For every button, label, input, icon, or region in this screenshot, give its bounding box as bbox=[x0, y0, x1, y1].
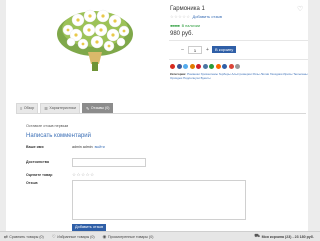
no-reviews-text: Оставьте отзыв первым bbox=[26, 124, 69, 128]
rate-label: Оцените товар bbox=[26, 173, 53, 177]
compare-label: Сравнить товары (0) bbox=[9, 234, 44, 239]
qty-plus-button[interactable]: + bbox=[204, 47, 211, 53]
bouquet-stems bbox=[88, 52, 102, 71]
social-share-icon[interactable] bbox=[215, 64, 221, 69]
qty-minus-button[interactable]: – bbox=[179, 47, 186, 53]
social-share-icon[interactable] bbox=[170, 64, 175, 69]
qty-input[interactable] bbox=[188, 46, 202, 54]
add-review-link[interactable]: Добавить отзыв bbox=[192, 14, 222, 19]
social-share-icon[interactable] bbox=[202, 64, 208, 69]
buy-box: – + В корзину bbox=[169, 40, 308, 60]
tab-overview-label: Обзор bbox=[23, 106, 35, 110]
social-share-icon[interactable] bbox=[222, 64, 227, 69]
rate-stars-input[interactable]: ☆☆☆☆☆ bbox=[72, 172, 95, 178]
product-rating: ☆☆☆☆☆ Добавить отзыв bbox=[170, 14, 222, 19]
favorite-heart-icon[interactable]: ♡ bbox=[297, 5, 303, 13]
stock-status: ●●●●● В наличии bbox=[170, 23, 200, 28]
categories-links[interactable]: Ромашки Хризантемы Герберы Альстромерии … bbox=[170, 72, 308, 80]
review-textarea[interactable] bbox=[72, 180, 246, 220]
heart-icon: ♡ bbox=[51, 233, 56, 239]
review-form-title: Написать комментарий bbox=[26, 133, 92, 139]
cart-button[interactable]: ⛟ Моя корзина (23) - 23 180 руб. bbox=[250, 233, 320, 240]
stock-indicator-icon: ●●●●● bbox=[170, 23, 180, 28]
cart-icon: ⛟ bbox=[254, 233, 261, 238]
favorites-button[interactable]: ♡ Избранные товары (0) bbox=[48, 234, 99, 240]
social-share-icon[interactable] bbox=[209, 64, 214, 69]
overview-icon: ≡ bbox=[20, 106, 23, 111]
viewed-button[interactable]: ◉ Просмотренные товары (0) bbox=[99, 234, 158, 240]
compare-icon: ⇄ bbox=[4, 233, 8, 239]
add-to-cart-button[interactable]: В корзину bbox=[212, 46, 237, 53]
stock-label: В наличии bbox=[181, 23, 200, 28]
social-share-bar bbox=[170, 64, 240, 69]
quantity-stepper: – + bbox=[179, 46, 211, 54]
social-share-icon[interactable] bbox=[183, 64, 188, 69]
social-share-icon[interactable] bbox=[189, 64, 195, 69]
social-share-icon[interactable] bbox=[235, 64, 240, 69]
cart-label: Моя корзина (23) - 23 180 руб. bbox=[261, 234, 314, 239]
eye-icon: ◉ bbox=[102, 233, 107, 239]
review-label: Отзыв bbox=[26, 181, 38, 185]
specs-icon: ☰ bbox=[44, 106, 48, 111]
tab-specs-label: Характеристики bbox=[49, 106, 76, 110]
social-share-icon[interactable] bbox=[228, 64, 234, 69]
viewed-label: Просмотренные товары (0) bbox=[107, 234, 154, 239]
product-photo[interactable] bbox=[48, 4, 142, 72]
product-title: Гармоника 1 bbox=[170, 6, 205, 12]
reviewer-name: admin admin выйти bbox=[72, 145, 105, 149]
compare-button[interactable]: ⇄ Сравнить товары (0) bbox=[0, 234, 48, 240]
reviewer-name-value: admin admin bbox=[72, 145, 93, 149]
tab-reviews-label: Отзывы (0) bbox=[90, 106, 110, 110]
social-share-icon[interactable] bbox=[196, 64, 201, 69]
rating-stars: ☆☆☆☆☆ bbox=[170, 14, 191, 19]
advantages-label: Достоинства bbox=[26, 160, 49, 164]
advantages-input[interactable] bbox=[72, 158, 146, 167]
logout-link[interactable]: выйти bbox=[95, 145, 105, 149]
tabs-divider bbox=[16, 113, 306, 114]
reviews-icon: ✎ bbox=[85, 106, 90, 111]
social-share-icon[interactable] bbox=[176, 64, 182, 69]
favorites-label: Избранные товары (0) bbox=[57, 234, 95, 239]
name-label: Ваше имя bbox=[26, 145, 44, 149]
product-categories: Категории: Ромашки Хризантемы Герберы Ал… bbox=[170, 72, 308, 80]
page-content: Гармоника 1 ♡ ☆☆☆☆☆ Добавить отзыв ●●●●●… bbox=[6, 0, 308, 231]
product-price: 980 руб. bbox=[170, 31, 194, 37]
submit-review-button[interactable]: Добавить отзыв bbox=[72, 224, 107, 231]
